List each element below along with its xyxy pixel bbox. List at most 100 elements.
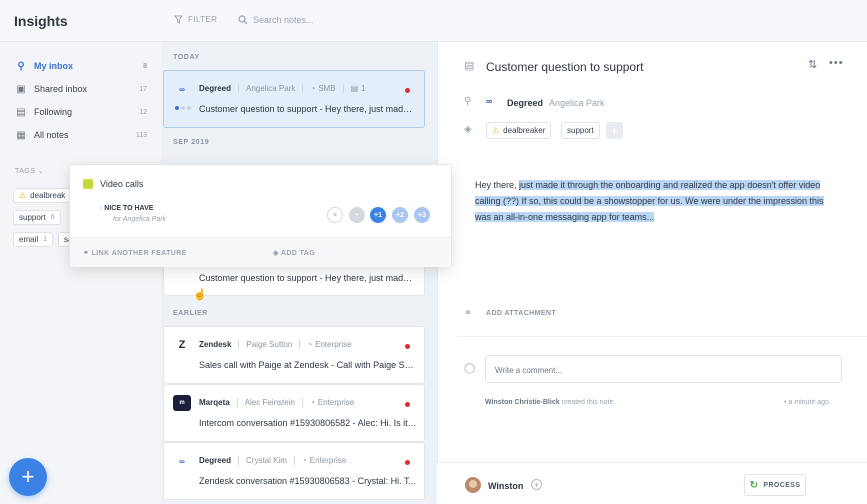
sidebar-item-my-inbox[interactable]: ⚲ My inbox 8 <box>15 58 147 74</box>
note-person: Angelica Park <box>246 84 296 93</box>
vote-plus-2-button[interactable]: +2 <box>392 207 408 223</box>
add-assignee-button[interactable]: + <box>531 479 542 490</box>
unread-dot <box>405 460 410 465</box>
tag-label: support <box>19 213 46 222</box>
note-preview: Intercom conversation #15930806582 - Ale… <box>199 418 417 428</box>
priority-label: NICE TO HAVE <box>104 205 154 212</box>
tag-label: dealbreak <box>30 191 66 200</box>
tag-count: 6 <box>50 214 55 221</box>
tag-count: 1 <box>43 236 48 243</box>
section-earlier: EARLIER <box>173 310 208 317</box>
assignee-name[interactable]: Winston <box>488 481 523 491</box>
degreed-logo: ∞ <box>179 456 185 466</box>
add-tag-label: ADD TAG <box>280 250 316 257</box>
zendesk-logo: Z <box>178 339 186 351</box>
tag-chip-dealbreaker[interactable]: ⚠ dealbreaker <box>486 122 552 139</box>
sidebar-item-shared-inbox[interactable]: ▣ Shared inbox 17 <box>15 81 147 97</box>
vote-zero-button[interactable]: • <box>349 207 365 223</box>
filter-label: FILTER <box>188 15 218 24</box>
note-preview: Customer question to support - Hey there… <box>199 273 417 283</box>
top-bar <box>0 0 867 42</box>
link-icon: ⚭ <box>83 250 90 257</box>
note-source: Degreed <box>199 456 232 465</box>
section-sep-2019: SEP 2019 <box>173 139 210 146</box>
tags-header-label: TAGS <box>15 168 36 175</box>
tag-chip[interactable]: email 1 <box>13 232 54 247</box>
tag-icon: ◈ <box>464 124 472 135</box>
unread-dot <box>405 344 410 349</box>
note-segment: SMB <box>318 84 336 93</box>
tag-chip[interactable]: ⚠ dealbreak <box>13 188 72 203</box>
note-person: Alec Feinstein <box>244 398 295 407</box>
section-today: TODAY <box>173 54 200 61</box>
unread-dot <box>405 402 410 407</box>
add-tag-button[interactable]: + <box>606 122 623 139</box>
sidebar-item-label: All notes <box>34 130 69 140</box>
comment-placeholder: Write a comment... <box>495 366 562 375</box>
popup-footer: ⚭ LINK ANOTHER FEATURE ◈ ADD TAG <box>70 237 451 267</box>
clear-vote-button[interactable]: × <box>327 207 343 223</box>
tag-label: support <box>567 126 594 135</box>
vote-label: +1 <box>374 211 382 219</box>
process-label: PROCESS <box>763 481 801 489</box>
note-detail-pane <box>437 42 867 504</box>
note-card[interactable]: m Marqeta Alec Feinstein ◔ Enterprise Int… <box>163 384 425 442</box>
note-source: Zendesk <box>199 340 232 349</box>
bullet-icon: • <box>784 399 787 406</box>
new-note-button[interactable]: + <box>9 458 47 496</box>
note-segment: Enterprise <box>309 456 347 465</box>
company-name[interactable]: Degreed <box>507 98 543 108</box>
sidebar-item-count: 17 <box>139 85 147 93</box>
activity-time: • a minute ago <box>784 399 829 406</box>
divider <box>457 336 867 337</box>
person-name[interactable]: Angelica Park <box>549 98 605 108</box>
more-options-icon[interactable]: ••• <box>829 57 844 69</box>
filter-icon <box>174 15 183 24</box>
tag-icon: ◈ <box>273 250 279 257</box>
comment-input[interactable]: Write a comment... <box>485 355 842 383</box>
search-input[interactable]: Search notes... <box>238 15 314 25</box>
mouse-cursor-icon: ☝ <box>193 289 207 301</box>
activity-text: created this note. <box>561 399 616 406</box>
tags-header[interactable]: TAGS ⌄ <box>15 167 44 175</box>
segment-icon: ◔ <box>309 398 315 407</box>
tag-chip-support[interactable]: support <box>561 122 600 139</box>
avatar[interactable] <box>465 477 481 493</box>
note-card[interactable]: ∞ Degreed Crystal Kim ◔ Enterprise Zendes… <box>163 442 425 500</box>
tag-chip[interactable]: support 6 <box>13 210 61 225</box>
refresh-icon: ↻ <box>749 479 759 491</box>
sidebar-item-following[interactable]: ▤ Following 12 <box>15 104 147 120</box>
inbox-icon: ▣ <box>16 83 26 95</box>
sidebar-item-count: 113 <box>135 131 147 139</box>
degreed-logo: ∞ <box>486 96 493 106</box>
for-person: for Angelica Park <box>113 216 167 223</box>
add-attachment-button[interactable]: ADD ATTACHMENT <box>486 310 556 317</box>
vote-plus-3-button[interactable]: +3 <box>414 207 430 223</box>
note-body[interactable]: Hey there, just made it through the onbo… <box>475 177 835 225</box>
notes-icon: ▦ <box>16 129 26 141</box>
plus-icon: + <box>21 464 35 489</box>
vote-plus-1-button[interactable]: +1 <box>370 207 386 223</box>
add-tag-popup-button[interactable]: ◈ ADD TAG <box>273 249 315 257</box>
note-card[interactable]: Z Zendesk Paige Sutton ◔ Enterprise Sales… <box>163 326 425 384</box>
link-feature-button[interactable]: ⚭ LINK ANOTHER FEATURE <box>83 249 187 257</box>
note-person: Crystal Kim <box>246 456 287 465</box>
note-preview: Customer question to support - Hey there… <box>199 104 417 114</box>
filter-button[interactable]: FILTER <box>174 15 217 24</box>
note-source: Degreed <box>199 84 232 93</box>
note-meta: Marqeta Alec Feinstein ◔ Enterprise <box>199 398 354 407</box>
attachment-icon: ⚭ <box>464 308 473 319</box>
body-highlighted-text: just made it through the onboarding and … <box>475 180 824 222</box>
warning-icon: ⚠ <box>492 126 500 135</box>
note-person: Paige Sutton <box>246 340 293 349</box>
feature-name[interactable]: Video calls <box>100 179 143 189</box>
note-title[interactable]: Customer question to support <box>486 60 643 74</box>
tag-label: email <box>19 235 39 244</box>
collapse-icon[interactable]: ⇅ <box>808 58 817 71</box>
sidebar-item-all-notes[interactable]: ▦ All notes 113 <box>15 127 147 143</box>
note-card[interactable]: ∞ Degreed Angelica Park ◔ SMB ▤ 1 Customer… <box>163 70 425 128</box>
marqeta-logo: m <box>173 395 191 411</box>
process-button[interactable]: ↻ PROCESS <box>744 474 806 496</box>
circle-icon: • <box>355 211 359 219</box>
segment-icon: ◔ <box>307 340 313 349</box>
